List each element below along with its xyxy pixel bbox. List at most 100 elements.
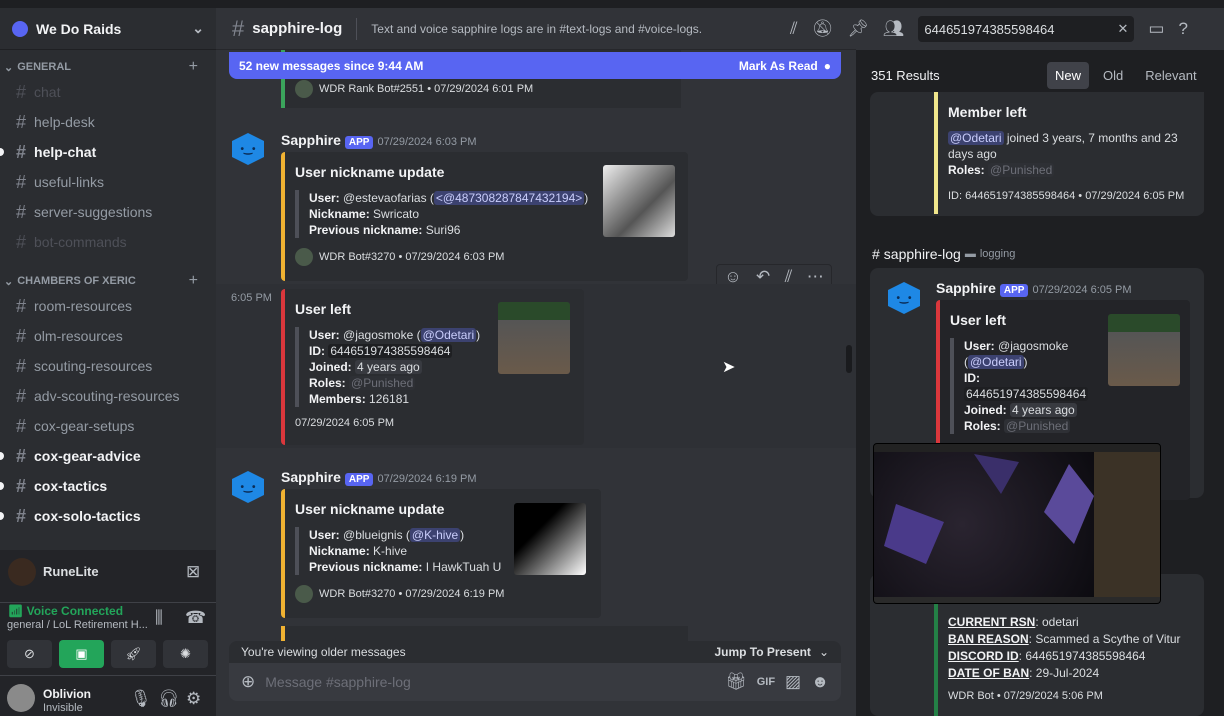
soundboard-button[interactable]: ✺ [163, 640, 208, 668]
embed-thumbnail[interactable] [603, 165, 675, 237]
pin-icon[interactable]: 📌︎ [847, 19, 869, 39]
app-badge: APP [344, 136, 374, 149]
channel-help-chat[interactable]: # help-chat [0, 137, 216, 167]
channel-cox-solo-tactics[interactable]: # cox-solo-tactics [0, 501, 216, 531]
channel-label: server-suggestions [34, 204, 153, 220]
embed-thumbnail[interactable] [514, 503, 586, 575]
hash-icon: # [16, 171, 27, 192]
voice-status[interactable]: 📶︎ Voice Connected [8, 604, 123, 618]
channel-label: cox-gear-advice [34, 448, 141, 464]
search-result[interactable]: Member left @Odetari joined 3 years, 7 m… [870, 92, 1204, 216]
hover-timestamp: 6:05 PM [231, 292, 272, 304]
sapphire-avatar[interactable]: •‿• [888, 282, 920, 314]
help-icon[interactable]: ? [1178, 19, 1187, 39]
server-header[interactable]: We Do Raids ⌄ [0, 8, 216, 50]
channel-scouting-resources[interactable]: # scouting-resources [0, 351, 216, 381]
category-general[interactable]: ⌄ GENERAL + [0, 57, 216, 77]
threads-icon[interactable]: ⫽ [790, 19, 798, 39]
hash-icon: # [16, 415, 27, 436]
add-channel-icon[interactable]: + [189, 58, 198, 76]
embed-footer: ID: 644651974385598464 • 07/29/2024 6:05… [948, 190, 1185, 202]
noise-suppression-icon[interactable]: ⫼ [155, 608, 163, 628]
channel-adv-scouting-resources[interactable]: # adv-scouting-resources [0, 381, 216, 411]
headphones-icon[interactable]: 🎧︎ [158, 689, 180, 709]
sort-tabs: New Old Relevant [1047, 62, 1205, 89]
mute-notifications-icon[interactable]: 🔕︎ [812, 19, 834, 39]
channel-label: cox-tactics [34, 478, 108, 494]
channel-olm-resources[interactable]: # olm-resources [0, 321, 216, 351]
mark-as-read-button[interactable]: Mark As Read [739, 59, 818, 73]
jump-to-present-button[interactable]: Jump To Present [714, 645, 810, 659]
embed-title: Member left [948, 104, 1027, 120]
emoji-icon[interactable]: ☻ [811, 672, 829, 692]
hash-icon: # [16, 385, 27, 406]
category-label: GENERAL [17, 61, 71, 73]
chat-scrollbar[interactable] [846, 345, 852, 373]
add-channel-icon[interactable]: + [189, 272, 198, 290]
channel-label: room-resources [34, 298, 133, 314]
channel-cox-gear-advice[interactable]: # cox-gear-advice [0, 441, 216, 471]
inbox-icon[interactable]: ▭ [1148, 19, 1164, 39]
result-channel[interactable]: # sapphire-log ▬ logging [872, 246, 1015, 262]
server-icon [12, 20, 28, 37]
voice-status-text: Voice Connected [26, 604, 124, 618]
stop-stream-icon[interactable]: ⊠ [186, 562, 200, 582]
disconnect-icon[interactable]: ☎ [185, 608, 206, 628]
channel-header: # sapphire-log Text and voice sapphire l… [216, 8, 856, 50]
user-mention[interactable]: @Odetari [420, 328, 477, 342]
message-input[interactable]: Message #sapphire-log [265, 674, 715, 690]
sort-relevant-tab[interactable]: Relevant [1137, 62, 1204, 89]
author-name[interactable]: Sapphire [281, 132, 341, 148]
avatar[interactable] [7, 684, 35, 712]
screen-share-button[interactable]: ▣ [59, 640, 104, 668]
search-input[interactable]: 644651974385598464 ✕ [918, 16, 1135, 42]
embed: User nickname update User: @estevaofaria… [281, 152, 688, 281]
role-mention[interactable]: @Punished [349, 376, 416, 390]
channel-label: chat [34, 84, 61, 100]
settings-gear-icon[interactable]: ⚙ [186, 689, 201, 709]
hash-icon: # [16, 325, 27, 346]
sticker-icon[interactable]: ▨ [785, 672, 801, 692]
activities-button[interactable]: 🚀︎ [111, 640, 156, 668]
message-composer[interactable]: ⊕ Message #sapphire-log 🎁︎ GIF ▨ ☻ [229, 663, 841, 701]
author-name[interactable]: Sapphire [281, 469, 341, 485]
channel-room-resources[interactable]: # room-resources [0, 291, 216, 321]
camera-off-button[interactable]: ⊘ [7, 640, 52, 668]
voice-channel[interactable]: general / LoL Retirement H... [7, 619, 148, 631]
member-list-icon[interactable]: 👥︎ [883, 19, 905, 39]
microphone-icon[interactable]: 🎙︎ [130, 689, 152, 709]
mouse-cursor: ➤ [722, 359, 736, 376]
stream-preview-popout[interactable] [873, 443, 1161, 604]
channel-cox-tactics[interactable]: # cox-tactics [0, 471, 216, 501]
user-mention[interactable]: <@487308287847432194> [433, 191, 585, 205]
timestamp: 07/29/2024 6:19 PM [377, 473, 477, 485]
hash-icon: # [16, 295, 27, 316]
category-label: CHAMBERS OF XERIC [17, 275, 136, 287]
bot-avatar [295, 80, 313, 98]
channel-bot-commands[interactable]: # bot-commands [0, 227, 216, 257]
embed-thumbnail[interactable] [1108, 314, 1180, 386]
channel-label: olm-resources [34, 328, 123, 344]
channel-server-suggestions[interactable]: # server-suggestions [0, 197, 216, 227]
older-messages-bar: You're viewing older messages Jump To Pre… [229, 641, 841, 663]
sort-new-tab[interactable]: New [1047, 62, 1090, 89]
gift-icon[interactable]: 🎁︎ [725, 672, 747, 692]
gif-icon[interactable]: GIF [757, 676, 775, 688]
new-messages-banner[interactable]: 52 new messages since 9:44 AM Mark As Rea… [229, 52, 841, 79]
hash-icon: # [16, 81, 27, 102]
sort-old-tab[interactable]: Old [1095, 62, 1131, 89]
clear-search-icon[interactable]: ✕ [1117, 21, 1128, 37]
channel-topic[interactable]: Text and voice sapphire logs are in #tex… [371, 22, 702, 36]
user-mention[interactable]: @Odetari [948, 131, 1004, 145]
user-mention[interactable]: @K-hive [409, 528, 461, 542]
channel-cox-gear-setups[interactable]: # cox-gear-setups [0, 411, 216, 441]
add-attachment-icon[interactable]: ⊕ [241, 672, 255, 692]
channel-useful-links[interactable]: # useful-links [0, 167, 216, 197]
channel-chat[interactable]: # chat [0, 77, 216, 107]
category-chambers-of-xeric[interactable]: ⌄ CHAMBERS OF XERIC + [0, 271, 216, 291]
channel-help-desk[interactable]: # help-desk [0, 107, 216, 137]
embed-thumbnail[interactable] [498, 302, 570, 374]
channel-label: adv-scouting-resources [34, 388, 180, 404]
search-value: 644651974385598464 [924, 21, 1055, 37]
bot-avatar [295, 248, 313, 266]
